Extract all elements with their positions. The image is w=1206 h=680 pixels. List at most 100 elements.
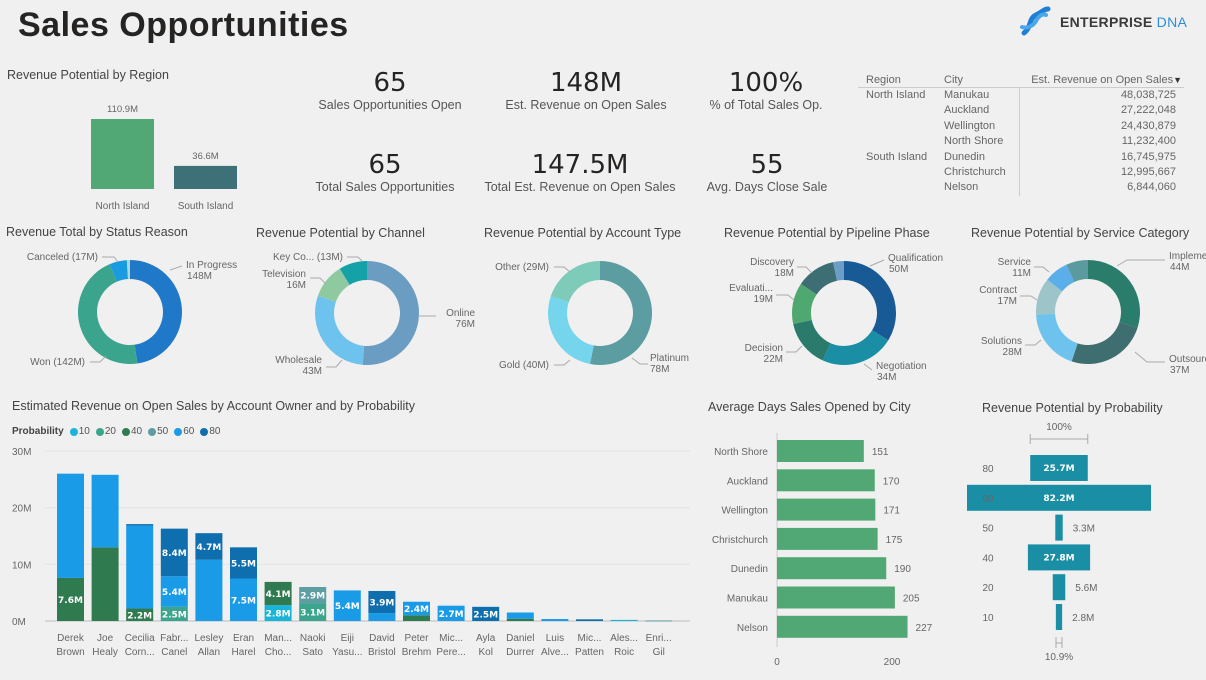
kpi-card-total-opportunities: 65 Total Sales Opportunities <box>285 150 485 194</box>
funnel-data-label: 27.8M <box>1043 553 1074 563</box>
stacked-bar-segment[interactable] <box>403 615 430 621</box>
days-bar[interactable] <box>777 615 908 638</box>
stacked-bar-segment[interactable] <box>645 620 673 622</box>
dna-helix-icon <box>1020 6 1051 36</box>
probability-funnel-chart: 100% 80 25.7M 60 82.2M 50 3.3M 40 27.8M 20 5.6M 10 2… <box>967 422 1151 663</box>
leader-line <box>786 345 803 353</box>
funnel-bar[interactable] <box>1052 574 1066 601</box>
matrix-cell-revenue: 27,222,048 <box>1120 104 1176 117</box>
days-bar[interactable] <box>777 498 876 521</box>
matrix-row[interactable]: Nelson 6,844,060 <box>858 180 1184 196</box>
legend-item[interactable]: 60 <box>174 426 194 437</box>
leader-line <box>90 355 107 363</box>
days-bar[interactable] <box>777 469 875 492</box>
region-category-label: North Island <box>96 201 150 212</box>
matrix-cell-revenue: 16,745,975 <box>1120 150 1176 163</box>
matrix-header-region[interactable]: Region <box>858 74 938 86</box>
kpi-label: Total Est. Revenue on Open Sales <box>484 180 676 194</box>
matrix-cell-city: Christchurch <box>938 164 1020 181</box>
legend-item[interactable]: 40 <box>121 426 142 437</box>
x-tick-label: Man... <box>264 633 292 644</box>
leader-line <box>1025 339 1042 346</box>
x-tick-label: Joe <box>97 633 114 644</box>
status-donut-chart: In Progress148M Won (142M) Canceled (17M) <box>27 252 237 368</box>
matrix-cell-revenue: 12,995,667 <box>1120 165 1176 178</box>
stacked-bar-segment[interactable] <box>126 525 154 609</box>
stacked-bar-segment[interactable] <box>368 613 396 621</box>
segment-data-label: 4.7M <box>196 543 221 553</box>
donut-label: Platinum <box>650 353 689 364</box>
legend-item[interactable]: 50 <box>148 426 168 437</box>
legend-item[interactable]: 80 <box>200 426 220 437</box>
kpi-value: 65 <box>373 68 407 98</box>
leader-line <box>776 294 795 301</box>
sort-desc-icon[interactable]: ▼ <box>1173 75 1182 85</box>
x-tick-label: Brehm <box>402 647 431 658</box>
legend-dot-icon <box>69 427 78 436</box>
matrix-header-revenue[interactable]: Est. Revenue on Open Sales▼ <box>1020 74 1184 86</box>
days-bar[interactable] <box>777 527 878 550</box>
stacked-bar-segment[interactable] <box>506 612 534 619</box>
legend-item[interactable]: 10 <box>69 426 90 437</box>
funnel-top-pct: 100% <box>1046 422 1072 433</box>
funnel-bar[interactable] <box>1055 604 1063 630</box>
matrix-cell-revenue: 11,232,400 <box>1121 135 1176 148</box>
service-donut-chart: Implement44M Outsource37M Solutions28M Cont… <box>979 251 1206 376</box>
kpi-label: Sales Opportunities Open <box>318 98 462 112</box>
days-bar[interactable] <box>777 586 895 609</box>
stacked-bar-segment[interactable] <box>91 547 119 621</box>
kpi-value: 65 <box>368 150 402 180</box>
leader-line <box>310 277 327 285</box>
matrix-row[interactable]: North Shore 11,232,400 <box>858 134 1184 150</box>
matrix-row[interactable]: South Island Dunedin 16,745,975 <box>858 149 1184 165</box>
days-bar[interactable] <box>777 557 887 580</box>
legend-dot-icon <box>121 427 130 436</box>
donut-label: Solutions <box>981 336 1022 347</box>
region-bar <box>91 119 154 189</box>
matrix-row[interactable]: Wellington 24,430,879 <box>858 118 1184 135</box>
matrix-row[interactable]: Christchurch 12,995,667 <box>858 164 1184 181</box>
kpi-label: Total Sales Opportunities <box>315 180 455 194</box>
x-tick-label: Luis <box>546 633 564 644</box>
x-tick-label: Peter <box>405 633 430 644</box>
x-tick-label: 0 <box>774 657 780 668</box>
segment-data-label: 8.4M <box>162 549 187 559</box>
leader-line <box>554 266 571 273</box>
stacked-bar-segment[interactable] <box>541 619 569 621</box>
funnel-bar[interactable] <box>1055 514 1063 541</box>
donut-label: Negotiation <box>876 361 927 372</box>
logo-text: ENTERPRISE <box>1060 14 1153 30</box>
matrix-row[interactable]: Auckland 27,222,048 <box>858 103 1184 119</box>
legend-label: 80 <box>209 426 221 437</box>
stacked-bar-segment[interactable] <box>57 473 84 578</box>
stacked-bar-segment[interactable] <box>506 618 534 621</box>
matrix-header-city[interactable]: City <box>938 74 1020 86</box>
x-tick-label: Canel <box>161 647 187 658</box>
matrix-row[interactable]: North Island Manukau 48,038,725 <box>858 88 1184 104</box>
owner-chart-legend: Probability 10 20 40 50 60 80 <box>12 426 220 437</box>
leader-line <box>347 256 363 262</box>
stacked-bar-segment[interactable] <box>126 524 154 526</box>
kpi-label: % of Total Sales Op. <box>709 98 823 112</box>
funnel-top-bracket <box>1029 434 1089 444</box>
days-data-label: 170 <box>883 476 900 487</box>
x-tick-label: Daniel <box>506 633 534 644</box>
x-tick-label: Cho... <box>265 647 292 658</box>
donut-label: Implement <box>1169 251 1206 262</box>
x-tick-label: Eiji <box>341 633 354 644</box>
funnel-category-label: 80 <box>982 464 994 475</box>
stacked-bar-segment[interactable] <box>91 474 119 548</box>
kpi-card-total-est-revenue: 147.5M Total Est. Revenue on Open Sales <box>480 150 680 194</box>
days-data-label: 227 <box>916 623 933 634</box>
city-label: Manukau <box>727 594 768 605</box>
stacked-bar-segment[interactable] <box>610 619 638 621</box>
donut-label: Outsource <box>1169 354 1206 365</box>
stacked-bar-segment[interactable] <box>576 619 603 621</box>
kpi-value: 100% <box>728 68 804 98</box>
donut-value-label: 37M <box>1170 365 1189 376</box>
legend-item[interactable]: 20 <box>95 426 116 437</box>
x-tick-label: Yasu... <box>332 647 362 658</box>
stacked-bar-segment[interactable] <box>195 559 223 621</box>
funnel-category-label: 20 <box>982 583 994 594</box>
days-bar[interactable] <box>777 440 864 462</box>
